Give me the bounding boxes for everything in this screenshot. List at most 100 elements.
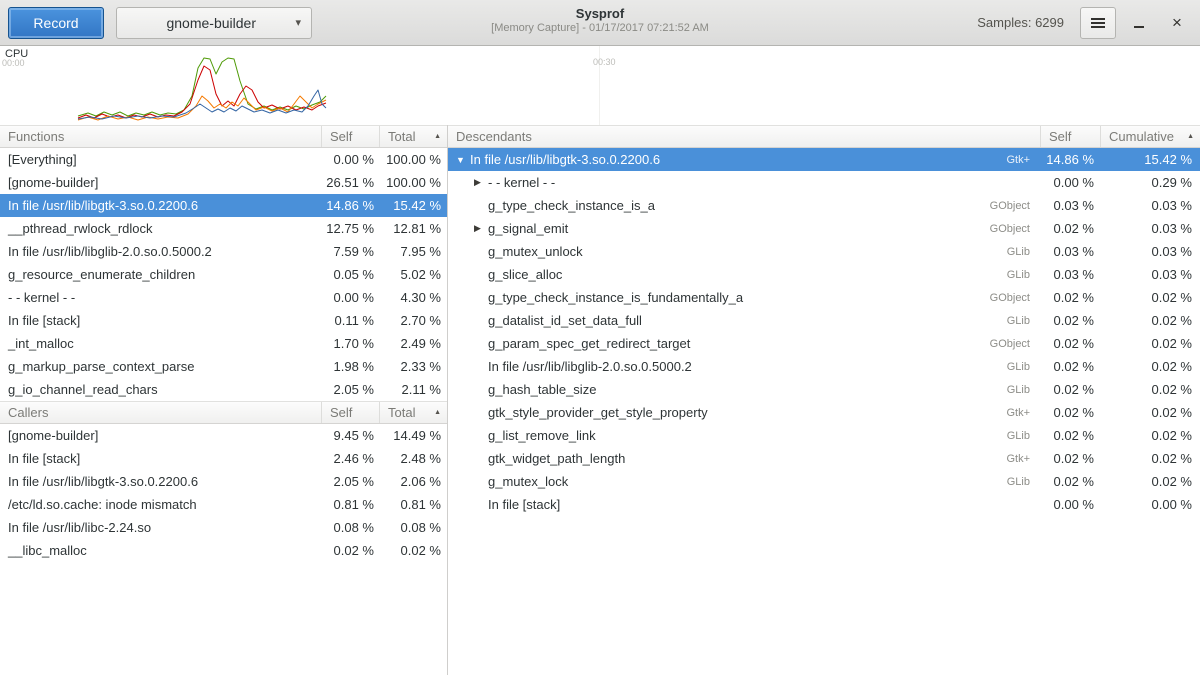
function-row[interactable]: In file /usr/lib/libglib-2.0.so.0.5000.2… [0,240,447,263]
caller-total-value: 14.49 % [379,428,447,443]
function-self-value: 7.59 % [321,244,379,259]
function-row[interactable]: [gnome-builder] 26.51 % 100.00 % [0,171,447,194]
caller-total-value: 0.02 % [379,543,447,558]
descendant-row[interactable]: ▶ g_signal_emit GObject 0.02 % 0.03 % [448,217,1200,240]
descendant-row[interactable]: g_type_check_instance_is_a GObject 0.03 … [448,194,1200,217]
process-selector[interactable]: gnome-builder ▾ [116,7,312,39]
function-row[interactable]: - - kernel - - 0.00 % 4.30 % [0,286,447,309]
descendant-name-cell: g_datalist_id_set_data_full GLib [448,313,1040,328]
chevron-down-icon: ▾ [295,16,301,29]
function-self-value: 1.70 % [321,336,379,351]
close-icon: × [1172,13,1182,33]
expander-icon[interactable]: ▶ [474,177,488,188]
cpu-line-green [78,58,326,116]
descendant-self-value: 0.02 % [1040,382,1100,397]
descendant-name: gtk_style_provider_get_style_property [488,405,708,420]
hamburger-icon [1091,18,1105,27]
descendant-row[interactable]: ▼ In file /usr/lib/libgtk-3.so.0.2200.6 … [448,148,1200,171]
caller-self-value: 0.02 % [321,543,379,558]
menu-button[interactable] [1080,7,1116,39]
descendants-column-header[interactable]: Descendants [448,126,1040,147]
function-row[interactable]: [Everything] 0.00 % 100.00 % [0,148,447,171]
functions-self-column-header[interactable]: Self [321,126,379,147]
library-tag: GObject [990,223,1040,235]
descendant-row[interactable]: g_hash_table_size GLib 0.02 % 0.02 % [448,378,1200,401]
functions-column-header[interactable]: Functions [0,126,321,147]
callers-total-column-header[interactable]: Total ▲ [379,402,447,423]
window-title: Sysprof [491,6,709,22]
function-self-value: 12.75 % [321,221,379,236]
callers-column-header[interactable]: Callers [0,402,321,423]
descendant-name: g_type_check_instance_is_a [488,198,655,213]
function-name: In file [stack] [0,313,321,328]
function-row[interactable]: In file /usr/lib/libgtk-3.so.0.2200.6 14… [0,194,447,217]
descendants-cumulative-column-header[interactable]: Cumulative ▲ [1100,126,1200,147]
minimize-icon [1134,26,1144,28]
caller-row[interactable]: In file /usr/lib/libgtk-3.so.0.2200.6 2.… [0,470,447,493]
function-total-value: 4.30 % [379,290,447,305]
descendant-row[interactable]: g_mutex_unlock GLib 0.03 % 0.03 % [448,240,1200,263]
cpu-timeline[interactable]: CPU 00:00 00:30 [0,46,1200,125]
descendant-cumulative-value: 0.02 % [1100,336,1200,351]
callers-header-row: Callers Self Total ▲ [0,401,447,424]
library-tag: Gtk+ [1006,154,1040,166]
minimize-button[interactable] [1124,8,1154,38]
descendant-row[interactable]: g_mutex_lock GLib 0.02 % 0.02 % [448,470,1200,493]
descendant-row[interactable]: g_type_check_instance_is_fundamentally_a… [448,286,1200,309]
descendant-self-value: 0.03 % [1040,198,1100,213]
descendants-header-row: Descendants Self Cumulative ▲ [448,125,1200,148]
caller-row[interactable]: /etc/ld.so.cache: inode mismatch 0.81 % … [0,493,447,516]
expander-icon[interactable]: ▼ [456,155,470,165]
function-name: g_io_channel_read_chars [0,382,321,397]
descendant-name: g_mutex_lock [488,474,568,489]
function-self-value: 0.05 % [321,267,379,282]
descendant-self-value: 0.02 % [1040,451,1100,466]
left-pane: Functions Self Total ▲ [Everything] 0.00… [0,125,448,675]
function-row[interactable]: g_io_channel_read_chars 2.05 % 2.11 % [0,378,447,401]
function-row[interactable]: __pthread_rwlock_rdlock 12.75 % 12.81 % [0,217,447,240]
function-row[interactable]: _int_malloc 1.70 % 2.49 % [0,332,447,355]
descendant-row[interactable]: In file /usr/lib/libglib-2.0.so.0.5000.2… [448,355,1200,378]
descendant-name-cell: In file /usr/lib/libglib-2.0.so.0.5000.2… [448,359,1040,374]
timeline-tick-mid: 00:30 [593,57,616,67]
descendant-cumulative-value: 0.02 % [1100,451,1200,466]
caller-row[interactable]: [gnome-builder] 9.45 % 14.49 % [0,424,447,447]
descendant-row[interactable]: g_list_remove_link GLib 0.02 % 0.02 % [448,424,1200,447]
function-row[interactable]: g_resource_enumerate_children 0.05 % 5.0… [0,263,447,286]
library-tag: GLib [1007,476,1040,488]
expander-icon[interactable]: ▶ [474,223,488,234]
caller-row[interactable]: __libc_malloc 0.02 % 0.02 % [0,539,447,562]
record-button[interactable]: Record [8,7,104,39]
caller-row[interactable]: In file [stack] 2.46 % 2.48 % [0,447,447,470]
functions-header-row: Functions Self Total ▲ [0,125,447,148]
descendant-self-value: 0.02 % [1040,405,1100,420]
descendants-self-column-header[interactable]: Self [1040,126,1100,147]
header-right: Samples: 6299 × [977,7,1192,39]
descendant-row[interactable]: g_slice_alloc GLib 0.03 % 0.03 % [448,263,1200,286]
descendant-row[interactable]: In file [stack] 0.00 % 0.00 % [448,493,1200,516]
caller-total-value: 2.06 % [379,474,447,489]
descendant-row[interactable]: g_datalist_id_set_data_full GLib 0.02 % … [448,309,1200,332]
descendant-name-cell: ▼ In file /usr/lib/libgtk-3.so.0.2200.6 … [448,152,1040,167]
descendant-cumulative-value: 0.02 % [1100,313,1200,328]
header-bar: Record gnome-builder ▾ Sysprof [Memory C… [0,0,1200,46]
caller-row[interactable]: In file /usr/lib/libc-2.24.so 0.08 % 0.0… [0,516,447,539]
timeline-tick-start: 00:00 [2,58,25,68]
library-tag: GLib [1007,430,1040,442]
descendant-name: In file /usr/lib/libgtk-3.so.0.2200.6 [470,152,660,167]
descendant-row[interactable]: gtk_style_provider_get_style_property Gt… [448,401,1200,424]
function-row[interactable]: In file [stack] 0.11 % 2.70 % [0,309,447,332]
close-button[interactable]: × [1162,8,1192,38]
caller-self-value: 2.05 % [321,474,379,489]
descendant-row[interactable]: g_param_spec_get_redirect_target GObject… [448,332,1200,355]
descendant-row[interactable]: ▶ - - kernel - - 0.00 % 0.29 % [448,171,1200,194]
function-row[interactable]: g_markup_parse_context_parse 1.98 % 2.33… [0,355,447,378]
function-name: g_markup_parse_context_parse [0,359,321,374]
functions-total-column-header[interactable]: Total ▲ [379,126,447,147]
descendant-row[interactable]: gtk_widget_path_length Gtk+ 0.02 % 0.02 … [448,447,1200,470]
callers-self-column-header[interactable]: Self [321,402,379,423]
library-tag: GObject [990,338,1040,350]
samples-count: Samples: 6299 [977,15,1064,30]
caller-name: __libc_malloc [0,543,321,558]
descendant-self-value: 0.02 % [1040,221,1100,236]
